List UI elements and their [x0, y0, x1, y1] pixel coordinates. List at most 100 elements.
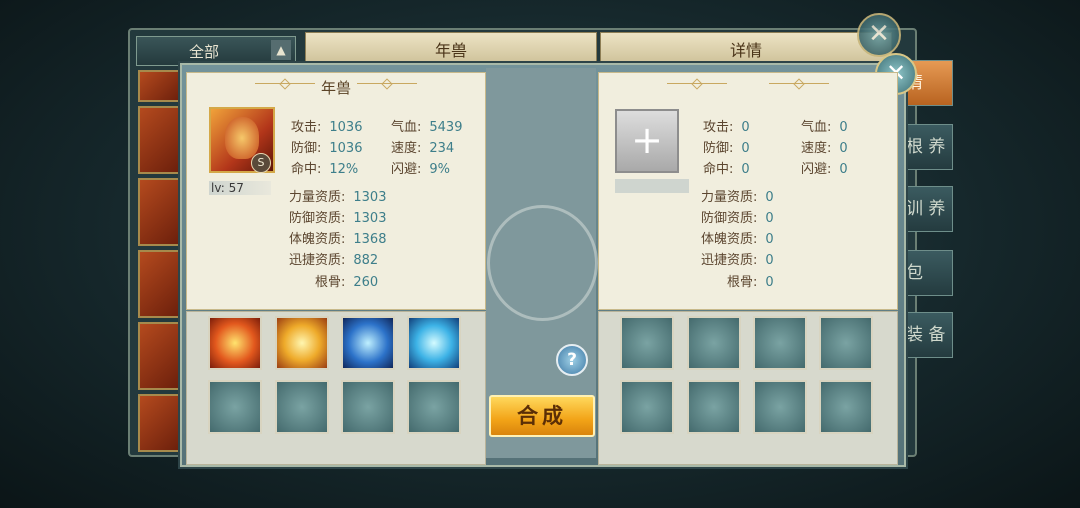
aptitude-strength: 力量资质: 1303	[289, 186, 386, 205]
empty-skill-slot[interactable]	[275, 380, 329, 434]
stat-value: 1303	[353, 211, 387, 226]
stat-dodge: 闪避: 9%	[391, 158, 450, 177]
add-pet-button[interactable]: +	[615, 109, 679, 173]
stat-value: 9%	[429, 162, 451, 177]
stat-label: 防御资质:	[289, 211, 346, 226]
skill-flame-icon[interactable]	[275, 316, 329, 370]
stat-value: 0	[839, 120, 848, 135]
empty-skill-slot[interactable]	[620, 380, 674, 434]
stat-value: 0	[765, 275, 774, 290]
right-pet-panel: + 攻击: 0 气血: 0 防御: 0 速度: 0 命中: 0 闪避: 0 力量资质: 0 防…	[598, 72, 898, 310]
stat-label: 速度:	[801, 141, 832, 156]
stat-label: 防御:	[703, 141, 734, 156]
list-item[interactable]	[138, 394, 184, 452]
combine-button[interactable]: 合成	[489, 395, 595, 437]
aptitude-agility: 迅捷资质: 882	[289, 249, 378, 268]
stat-label: 根骨:	[727, 275, 758, 290]
stat-hit: 命中: 12%	[291, 158, 358, 177]
empty-skill-slot[interactable]	[407, 380, 461, 434]
aptitude-physique: 体魄资质: 1368	[289, 228, 386, 247]
skill-fire-icon[interactable]	[208, 316, 262, 370]
aptitude-agility: 迅捷资质: 0	[701, 249, 774, 268]
stat-attack: 攻击: 0	[703, 116, 750, 135]
help-button[interactable]: ?	[556, 344, 588, 376]
list-item[interactable]	[138, 106, 184, 174]
list-item[interactable]	[138, 250, 184, 318]
stat-label: 气血:	[391, 120, 422, 135]
pet-title: 年兽	[320, 79, 351, 97]
close-icon[interactable]: ✕	[857, 13, 901, 57]
side-button-label: 训 养	[906, 199, 946, 219]
stat-value: 0	[839, 141, 848, 156]
stat-label: 速度:	[391, 141, 422, 156]
stat-label: 闪避:	[801, 162, 832, 177]
stat-label: 体魄资质:	[289, 232, 346, 247]
stat-value: 0	[741, 120, 750, 135]
empty-skill-slot[interactable]	[819, 380, 873, 434]
stat-value: 12%	[329, 162, 359, 177]
rank-badge: S	[251, 153, 271, 173]
aptitude-root: 根骨: 0	[727, 271, 774, 290]
side-button-label: 装 备	[906, 325, 946, 345]
stat-label: 攻击:	[291, 120, 322, 135]
stat-hit: 命中: 0	[703, 158, 750, 177]
stat-value: 5439	[429, 120, 463, 135]
list-item[interactable]	[138, 70, 184, 102]
empty-skill-slot[interactable]	[753, 316, 807, 370]
stat-value: 0	[765, 232, 774, 247]
empty-skill-slot[interactable]	[341, 380, 395, 434]
empty-skill-slot[interactable]	[620, 316, 674, 370]
stat-value: 0	[765, 253, 774, 268]
stat-label: 命中:	[291, 162, 322, 177]
stat-label: 迅捷资质:	[701, 253, 758, 268]
list-item[interactable]	[138, 178, 184, 246]
stat-value: 0	[839, 162, 848, 177]
stat-defense: 防御: 0	[703, 137, 750, 156]
stat-speed: 速度: 234	[391, 137, 454, 156]
stat-hp: 气血: 5439	[391, 116, 462, 135]
stat-dodge: 闪避: 0	[801, 158, 848, 177]
stat-defense: 防御: 1036	[291, 137, 362, 156]
aptitude-root: 根骨: 260	[315, 271, 378, 290]
skill-lightning-icon[interactable]	[341, 316, 395, 370]
empty-skill-slot[interactable]	[687, 316, 741, 370]
stat-hp: 气血: 0	[801, 116, 848, 135]
stat-label: 体魄资质:	[701, 232, 758, 247]
stat-value: 260	[353, 275, 379, 290]
empty-skill-slot[interactable]	[753, 380, 807, 434]
stat-speed: 速度: 0	[801, 137, 848, 156]
stat-value: 0	[765, 211, 774, 226]
stat-label: 力量资质:	[701, 190, 758, 205]
stat-label: 气血:	[801, 120, 832, 135]
stat-label: 迅捷资质:	[289, 253, 346, 268]
left-skill-panel	[186, 311, 486, 465]
stat-value: 0	[765, 190, 774, 205]
tab-pet-name-label: 年兽	[434, 41, 467, 60]
side-button-label: 根 养	[906, 137, 946, 157]
stat-label: 闪避:	[391, 162, 422, 177]
skill-heart-icon[interactable]	[407, 316, 461, 370]
dragon-emblem-icon	[487, 205, 598, 321]
tab-details-label: 详情	[729, 41, 762, 60]
aptitude-defense: 防御资质: 1303	[289, 207, 386, 226]
level-label: lv: 57	[209, 181, 271, 195]
stat-value: 1303	[353, 190, 387, 205]
stat-label: 命中:	[703, 162, 734, 177]
stat-attack: 攻击: 1036	[291, 116, 362, 135]
right-skill-panel	[598, 311, 898, 465]
stat-value: 1036	[329, 120, 363, 135]
pet-list[interactable]	[138, 70, 184, 452]
empty-skill-slot[interactable]	[819, 316, 873, 370]
stat-value: 1368	[353, 232, 387, 247]
level-bar	[615, 179, 689, 193]
stat-value: 1036	[329, 141, 363, 156]
stat-value: 0	[741, 162, 750, 177]
list-item[interactable]	[138, 322, 184, 390]
empty-skill-slot[interactable]	[208, 380, 262, 434]
chevron-up-icon: ▲	[271, 40, 291, 60]
filter-dropdown[interactable]: 全部 ▲	[136, 36, 296, 66]
ornament-icon	[769, 83, 829, 84]
stat-label: 防御资质:	[701, 211, 758, 226]
empty-skill-slot[interactable]	[687, 380, 741, 434]
aptitude-defense: 防御资质: 0	[701, 207, 774, 226]
